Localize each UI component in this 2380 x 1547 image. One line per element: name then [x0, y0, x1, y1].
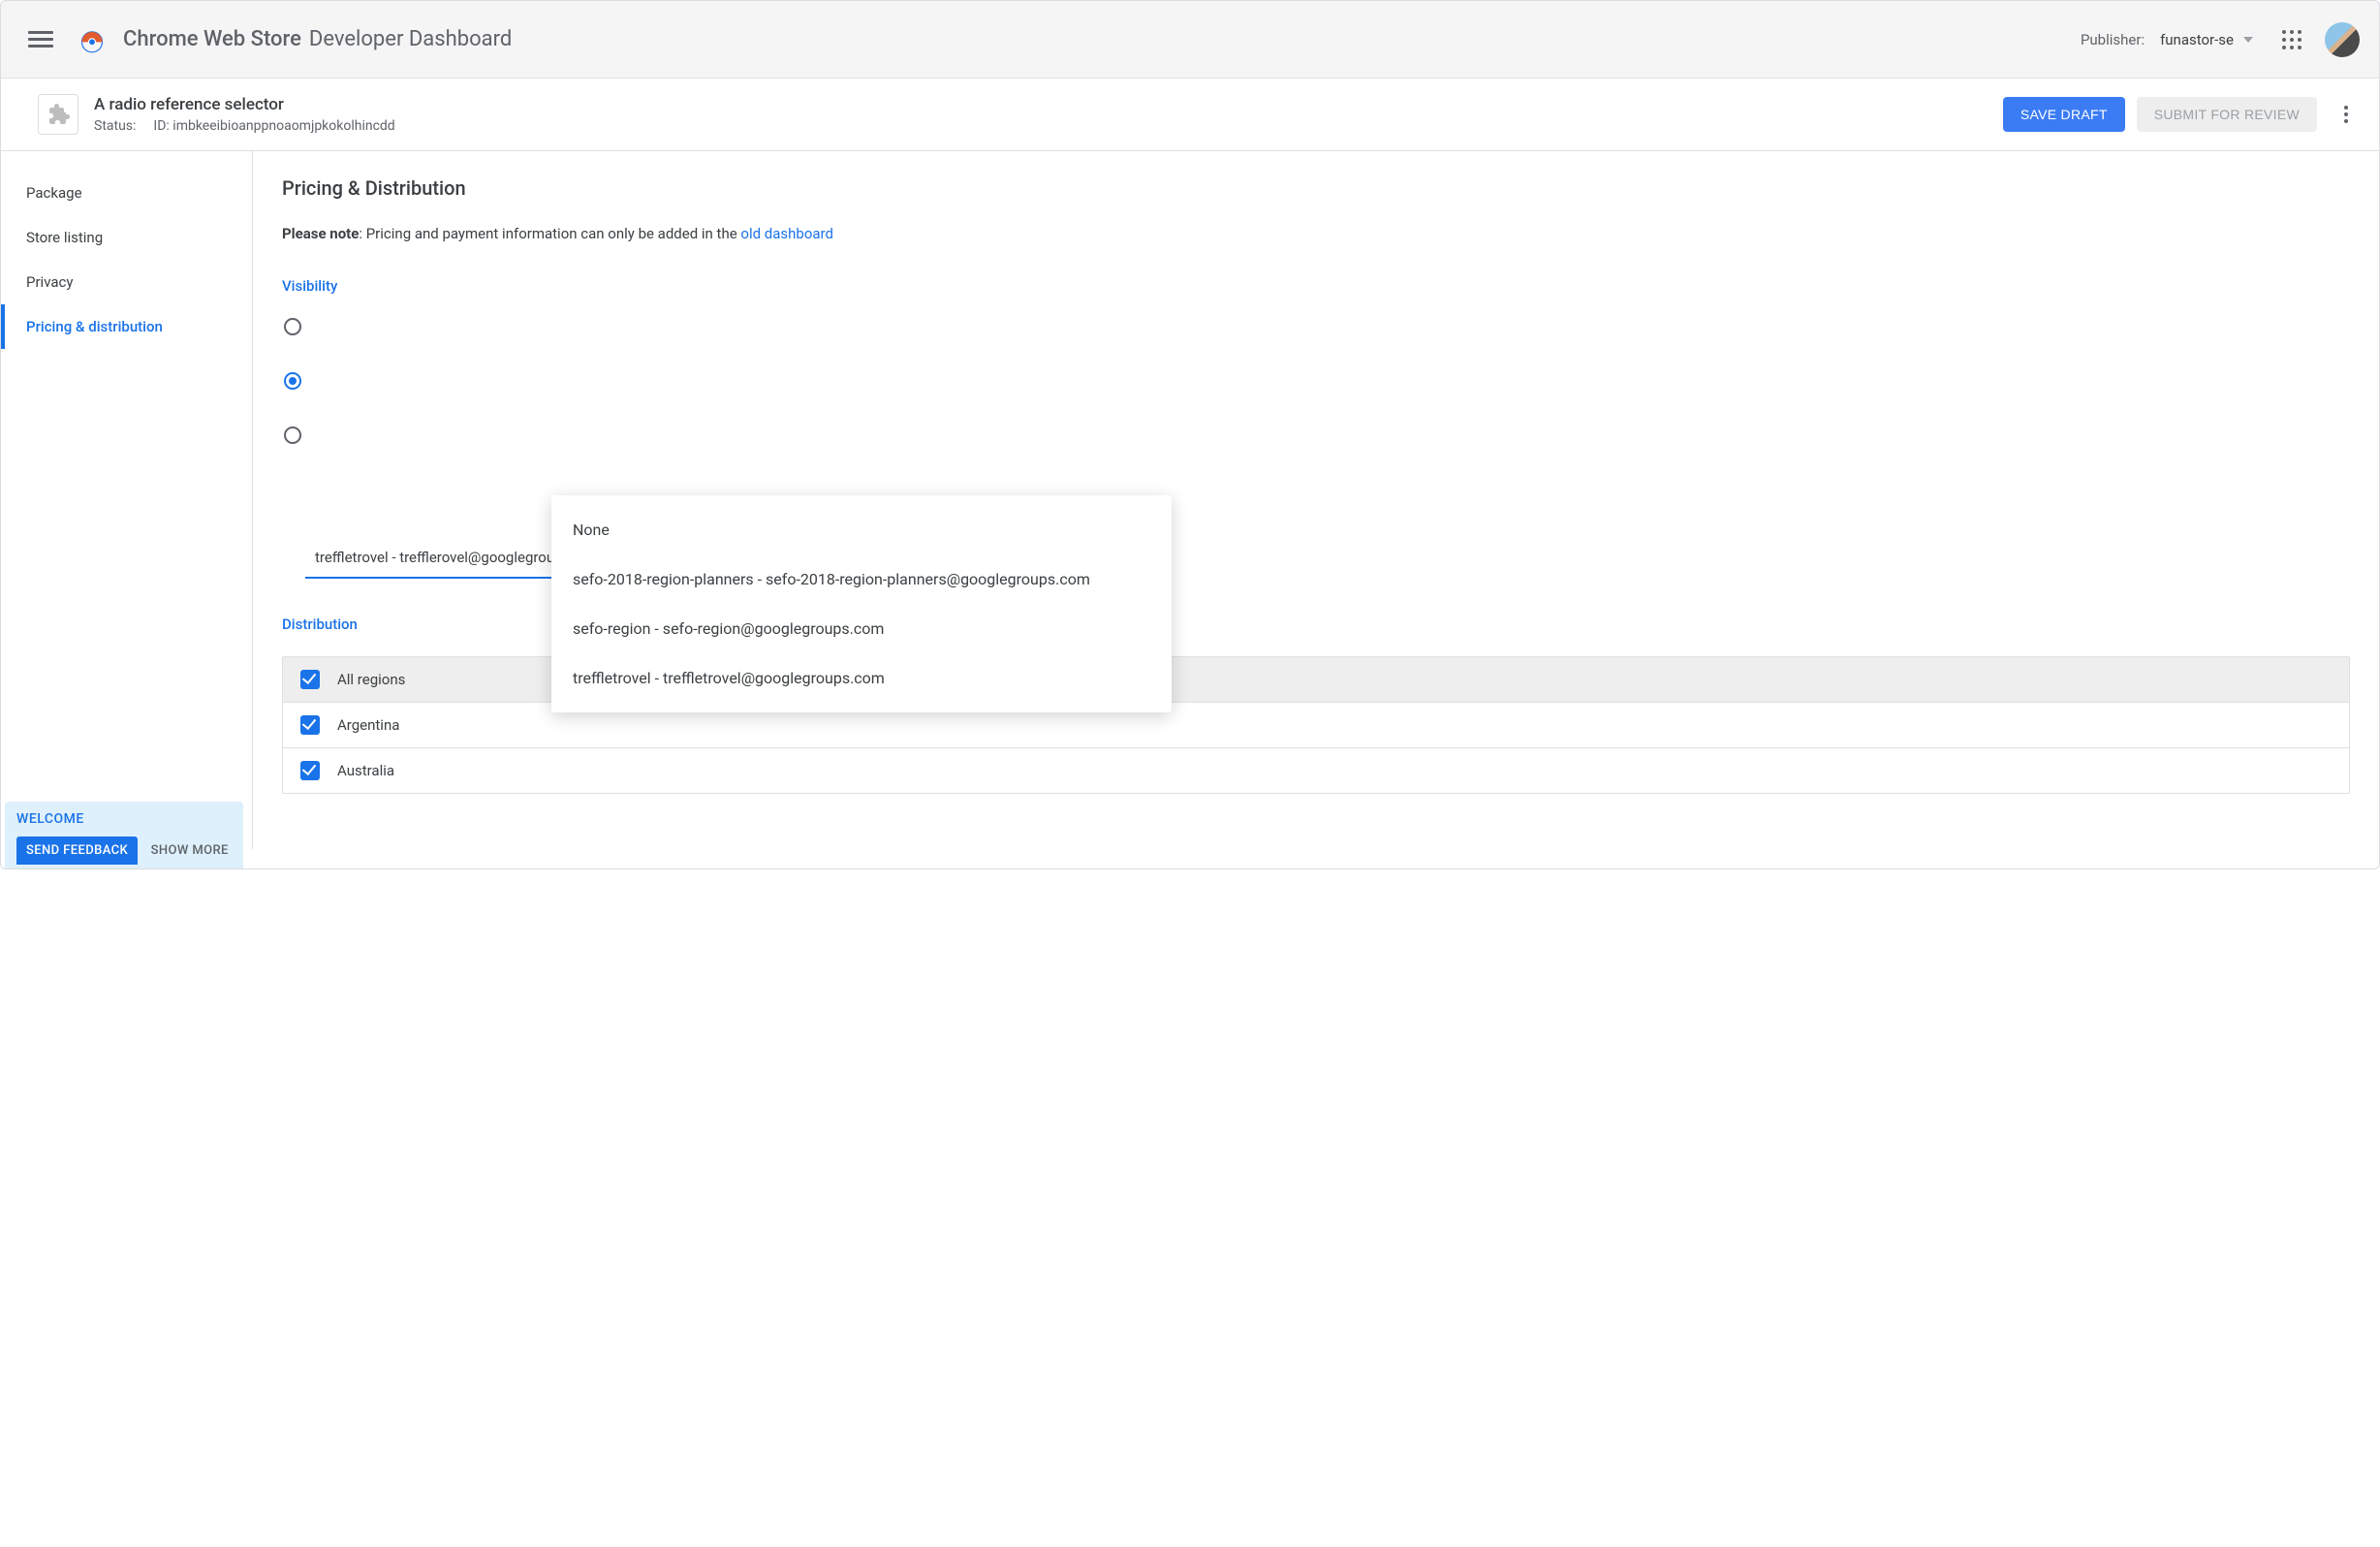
extension-icon — [38, 94, 78, 135]
menu-item-none[interactable]: None — [551, 505, 1172, 554]
save-draft-button[interactable]: Save Draft — [2003, 97, 2125, 132]
submit-review-button[interactable]: Submit for Review — [2137, 97, 2317, 132]
region-row[interactable]: Australia — [283, 747, 2349, 793]
main-content: Pricing & Distribution Please note: Pric… — [253, 151, 2379, 849]
visibility-radio-group — [284, 318, 2350, 444]
dropdown-icon — [2243, 37, 2253, 43]
checkbox-checked-icon[interactable] — [300, 670, 320, 689]
group-dropdown-menu: None sefo-2018-region-planners - sefo-20… — [551, 495, 1172, 712]
radio-selected-icon[interactable] — [284, 372, 301, 390]
publisher-select[interactable]: funastor-se — [2160, 31, 2253, 48]
visibility-option-2[interactable] — [284, 372, 2350, 390]
more-icon[interactable] — [2333, 106, 2360, 123]
checkbox-checked-icon[interactable] — [300, 715, 320, 735]
region-label: All regions — [337, 671, 405, 688]
main-heading: Pricing & Distribution — [282, 176, 2350, 200]
menu-item-sefo-2018[interactable]: sefo-2018-region-planners - sefo-2018-re… — [551, 554, 1172, 604]
avatar[interactable] — [2325, 22, 2360, 57]
region-label: Australia — [337, 762, 394, 779]
status-label: Status: — [94, 118, 136, 134]
checkbox-checked-icon[interactable] — [300, 761, 320, 780]
id-value: imbkeeibioanppnoaomjpkokolhincdd — [172, 118, 394, 134]
note-bold: Please note — [282, 225, 359, 242]
note-text: : Pricing and payment information can on… — [359, 225, 740, 242]
visibility-option-1[interactable] — [284, 318, 2350, 335]
show-more-button[interactable]: SHOW MORE — [151, 843, 229, 858]
toast-title: WELCOME — [16, 811, 232, 827]
payment-note: Please note: Pricing and payment informa… — [282, 225, 2350, 242]
sidebar-item-store-listing[interactable]: Store listing — [1, 215, 252, 260]
sidebar-item-package[interactable]: Package — [1, 171, 252, 215]
publisher-label: Publisher: — [2081, 31, 2145, 48]
title-light: Developer Dashboard — [309, 27, 512, 51]
item-bar: A radio reference selector Status: ID: i… — [1, 79, 2379, 151]
radio-icon[interactable] — [284, 426, 301, 444]
menu-item-treffletrovel[interactable]: treffletrovel - treffletrovel@googlegrou… — [551, 653, 1172, 703]
menu-icon[interactable] — [28, 27, 53, 52]
sidebar-item-privacy[interactable]: Privacy — [1, 260, 252, 304]
welcome-toast: WELCOME SEND FEEDBACK SHOW MORE — [5, 802, 243, 868]
send-feedback-button[interactable]: SEND FEEDBACK — [16, 837, 138, 865]
item-title: A radio reference selector — [94, 95, 395, 114]
old-dashboard-link[interactable]: old dashboard — [740, 225, 833, 242]
visibility-option-3[interactable] — [284, 426, 2350, 444]
id-label: ID: — [153, 118, 169, 134]
publisher-value: funastor-se — [2160, 31, 2234, 48]
radio-icon[interactable] — [284, 318, 301, 335]
google-apps-icon[interactable] — [2282, 30, 2302, 49]
visibility-label: Visibility — [282, 277, 2350, 295]
menu-item-sefo-region[interactable]: sefo-region - sefo-region@googlegroups.c… — [551, 604, 1172, 653]
title-strong: Chrome Web Store — [123, 27, 301, 51]
sidebar: Package Store listing Privacy Pricing & … — [1, 151, 253, 849]
region-label: Argentina — [337, 716, 399, 734]
page-title: Chrome Web Store Developer Dashboard — [123, 27, 512, 51]
app-header: Chrome Web Store Developer Dashboard Pub… — [1, 1, 2379, 79]
chrome-webstore-logo — [78, 26, 106, 53]
sidebar-item-pricing-distribution[interactable]: Pricing & distribution — [1, 304, 252, 349]
